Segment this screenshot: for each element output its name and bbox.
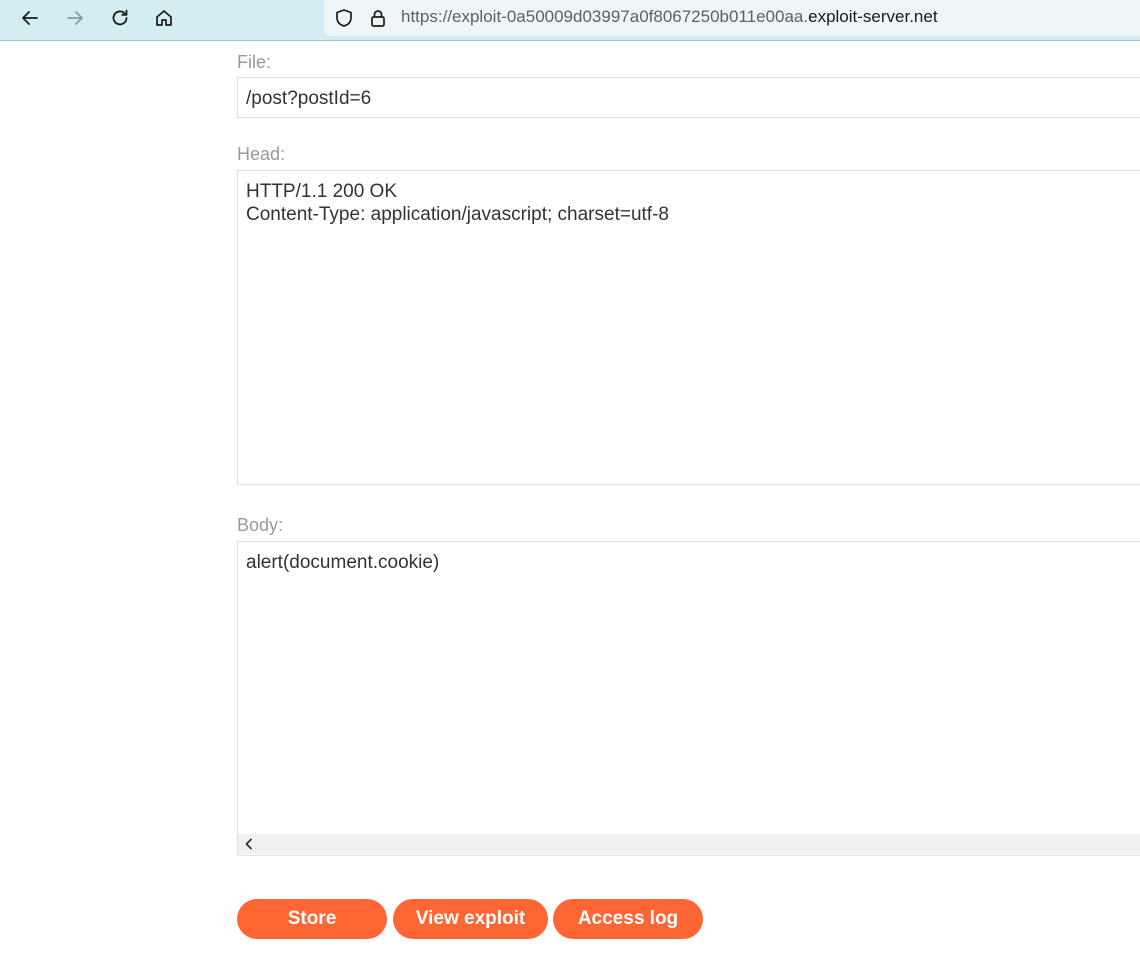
- address-bar[interactable]: https://exploit-0a50009d03997a0f8067250b…: [324, 0, 1140, 36]
- reload-icon: [112, 9, 128, 26]
- file-label: File:: [237, 52, 272, 72]
- browser-toolbar: https://exploit-0a50009d03997a0f8067250b…: [0, 0, 1140, 41]
- url-domain: exploit-server.net: [808, 7, 938, 26]
- view-exploit-button[interactable]: View exploit: [393, 899, 548, 939]
- store-button[interactable]: Store: [237, 899, 387, 939]
- head-textarea[interactable]: HTTP/1.1 200 OK Content-Type: applicatio…: [237, 170, 1140, 485]
- back-button[interactable]: [13, 3, 47, 33]
- forward-button[interactable]: [58, 3, 92, 33]
- back-arrow-icon: [22, 11, 38, 25]
- body-label: Body:: [237, 515, 284, 535]
- lock-icon[interactable]: [366, 6, 390, 30]
- home-icon: [156, 10, 172, 26]
- url-prefix: https://exploit-0a50009d03997a0f8067250b…: [401, 7, 809, 26]
- file-input[interactable]: /post?postId=6: [237, 77, 1140, 118]
- shield-icon[interactable]: [332, 6, 356, 30]
- forward-arrow-icon: [67, 11, 83, 25]
- body-horizontal-scrollbar[interactable]: [238, 834, 1140, 854]
- home-button[interactable]: [147, 3, 181, 33]
- access-log-button[interactable]: Access log: [553, 899, 703, 939]
- reload-button[interactable]: [103, 3, 137, 33]
- url-text[interactable]: https://exploit-0a50009d03997a0f8067250b…: [401, 7, 938, 27]
- head-label: Head:: [237, 144, 286, 164]
- scroll-left-arrow-icon[interactable]: [242, 836, 256, 852]
- body-textarea[interactable]: alert(document.cookie): [237, 541, 1140, 856]
